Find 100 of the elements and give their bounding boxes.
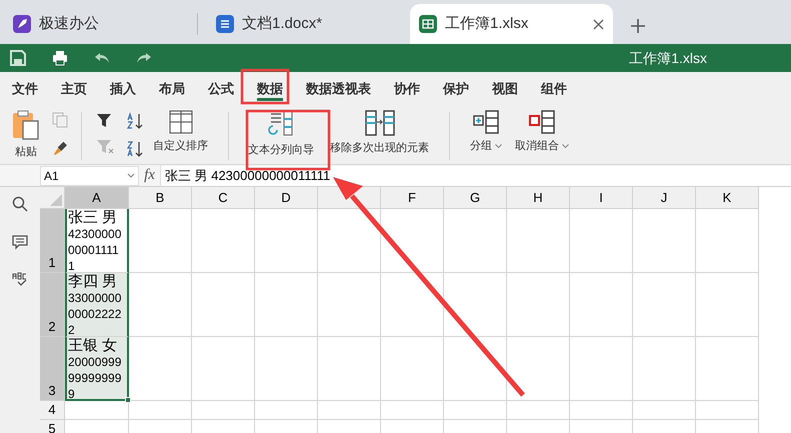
table-cell[interactable] bbox=[318, 273, 381, 337]
redo-icon[interactable] bbox=[136, 51, 152, 65]
select-all-button[interactable] bbox=[40, 187, 65, 209]
clear-filter-icon[interactable] bbox=[96, 138, 114, 154]
formula-field[interactable]: 张三 男 42300000000011111 bbox=[161, 166, 791, 186]
ungroup-button[interactable]: 取消组合 bbox=[515, 110, 569, 154]
table-cell[interactable] bbox=[129, 401, 192, 420]
menu-tab[interactable]: 保护 bbox=[443, 79, 469, 101]
table-cell[interactable] bbox=[192, 209, 255, 273]
menu-tab[interactable]: 视图 bbox=[492, 79, 518, 101]
table-cell[interactable] bbox=[255, 273, 318, 337]
table-cell[interactable] bbox=[633, 209, 696, 273]
menu-tab[interactable]: 主页 bbox=[61, 79, 87, 101]
tab[interactable]: 文档1.docx* bbox=[207, 4, 410, 44]
table-cell[interactable] bbox=[381, 337, 444, 401]
search-icon[interactable] bbox=[12, 196, 28, 212]
copy-icon[interactable] bbox=[52, 112, 68, 128]
menu-tab[interactable]: 协作 bbox=[394, 79, 420, 101]
save-icon[interactable] bbox=[10, 50, 26, 66]
table-cell[interactable] bbox=[444, 209, 507, 273]
tab[interactable]: 极速办公 bbox=[4, 4, 207, 44]
column-header[interactable]: D bbox=[255, 187, 318, 209]
table-cell[interactable] bbox=[381, 273, 444, 337]
table-cell[interactable] bbox=[507, 401, 570, 420]
caret-icon bbox=[495, 144, 502, 148]
tab[interactable]: 工作簿1.xlsx bbox=[410, 4, 613, 44]
column-header[interactable]: C bbox=[192, 187, 255, 209]
column-header[interactable]: J bbox=[633, 187, 696, 209]
row-header[interactable]: 2 bbox=[40, 273, 65, 337]
table-cell[interactable] bbox=[192, 401, 255, 420]
table-cell[interactable] bbox=[570, 273, 633, 337]
row-header[interactable]: 1 bbox=[40, 209, 65, 273]
filter-icon[interactable] bbox=[96, 112, 112, 128]
row-header[interactable]: 5 bbox=[40, 420, 65, 433]
table-cell[interactable] bbox=[129, 209, 192, 273]
undo-icon[interactable] bbox=[94, 51, 110, 65]
table-cell[interactable] bbox=[570, 209, 633, 273]
table-cell[interactable]: 张三 男 42300000 00001111 1 bbox=[65, 209, 129, 273]
column-header[interactable]: F bbox=[381, 187, 444, 209]
comment-icon[interactable] bbox=[12, 234, 28, 250]
table-cell[interactable] bbox=[633, 337, 696, 401]
close-icon[interactable] bbox=[593, 18, 604, 30]
table-cell[interactable] bbox=[507, 209, 570, 273]
sort-descending-icon[interactable] bbox=[126, 140, 144, 158]
table-cell[interactable] bbox=[696, 337, 759, 401]
table-cell[interactable] bbox=[318, 401, 381, 420]
table-cell[interactable] bbox=[255, 337, 318, 401]
table-cell[interactable] bbox=[65, 401, 129, 420]
table-cell[interactable] bbox=[507, 337, 570, 401]
table-cell[interactable] bbox=[318, 337, 381, 401]
table-cell[interactable] bbox=[696, 401, 759, 420]
sort-grid-icon bbox=[168, 110, 192, 134]
table-cell[interactable] bbox=[255, 401, 318, 420]
table-cell[interactable] bbox=[129, 273, 192, 337]
table-cell[interactable] bbox=[633, 401, 696, 420]
column-header[interactable]: B bbox=[129, 187, 192, 209]
table-cell[interactable] bbox=[696, 273, 759, 337]
menu-tab[interactable]: 组件 bbox=[541, 79, 567, 101]
name-box[interactable]: A1 bbox=[40, 166, 139, 186]
table-cell[interactable] bbox=[696, 209, 759, 273]
table-cell[interactable] bbox=[318, 209, 381, 273]
print-icon[interactable] bbox=[52, 50, 68, 66]
menu-tab[interactable]: 数据透视表 bbox=[306, 79, 371, 101]
column-header[interactable]: K bbox=[696, 187, 759, 209]
remove-duplicates-button[interactable]: 移除多次出现的元素 bbox=[330, 110, 429, 156]
table-cell[interactable] bbox=[192, 337, 255, 401]
column-header[interactable]: H bbox=[507, 187, 570, 209]
menu-tab[interactable]: 数据 bbox=[257, 79, 283, 101]
table-cell[interactable] bbox=[255, 209, 318, 273]
plus-icon[interactable] bbox=[631, 19, 645, 33]
table-cell[interactable] bbox=[444, 401, 507, 420]
group-button[interactable]: 分组 bbox=[470, 110, 502, 154]
menu-tab[interactable]: 文件 bbox=[12, 79, 38, 101]
table-cell[interactable] bbox=[633, 273, 696, 337]
row-header[interactable]: 3 bbox=[40, 337, 65, 401]
row-header[interactable]: 4 bbox=[40, 401, 65, 420]
table-cell[interactable] bbox=[507, 273, 570, 337]
column-header[interactable]: I bbox=[570, 187, 633, 209]
table-cell[interactable]: 王银 女 20000999 99999999 9 bbox=[65, 337, 129, 401]
brush-icon[interactable] bbox=[52, 140, 68, 156]
custom-sort-button[interactable]: 自定义排序 bbox=[153, 110, 208, 154]
table-cell[interactable] bbox=[192, 273, 255, 337]
menu-tab[interactable]: 插入 bbox=[110, 79, 136, 101]
table-cell[interactable] bbox=[381, 209, 444, 273]
table-cell[interactable] bbox=[570, 337, 633, 401]
table-cell[interactable] bbox=[129, 337, 192, 401]
menu-tab[interactable]: 布局 bbox=[159, 79, 185, 101]
table-cell[interactable] bbox=[570, 401, 633, 420]
table-cell[interactable] bbox=[444, 273, 507, 337]
fill-handle[interactable] bbox=[125, 397, 131, 403]
sort-ascending-icon[interactable] bbox=[126, 112, 144, 130]
column-header[interactable]: G bbox=[444, 187, 507, 209]
table-cell[interactable] bbox=[444, 337, 507, 401]
column-header[interactable]: A bbox=[65, 187, 129, 209]
menu-tab[interactable]: 公式 bbox=[208, 79, 234, 101]
text-to-columns-button[interactable]: 文本分列向导 bbox=[248, 110, 314, 158]
table-cell[interactable]: 李四 男 33000000 00002222 2 bbox=[65, 273, 129, 337]
table-cell[interactable] bbox=[381, 401, 444, 420]
spell-check-icon[interactable] bbox=[12, 272, 28, 286]
paste-button[interactable]: 粘贴 bbox=[12, 110, 40, 160]
